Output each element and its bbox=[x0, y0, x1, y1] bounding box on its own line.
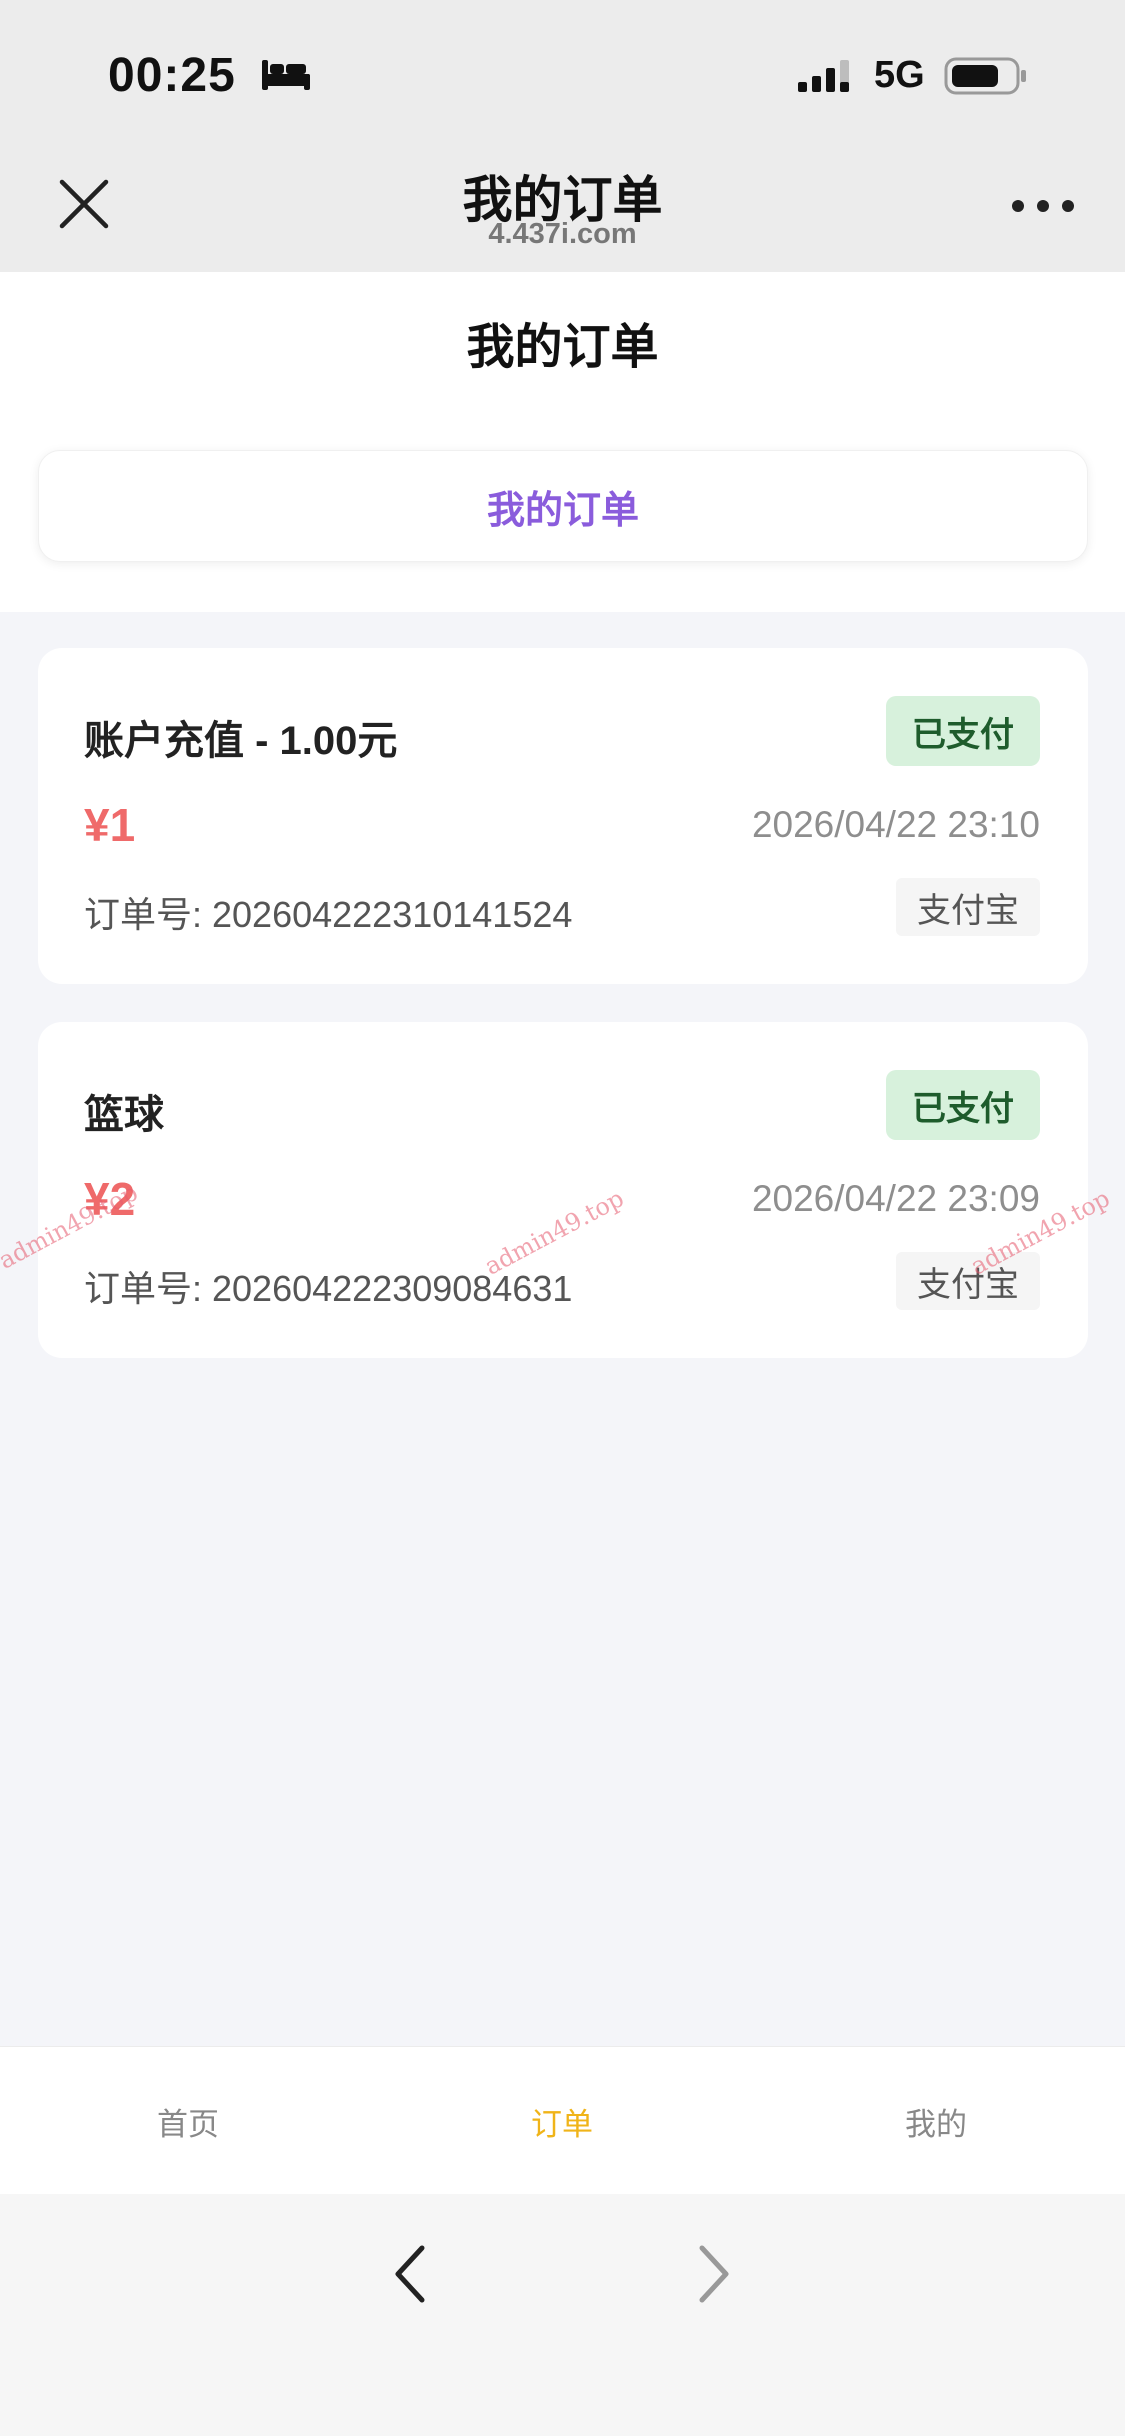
bed-icon bbox=[260, 56, 312, 97]
tab-my-orders[interactable]: 我的订单 bbox=[38, 450, 1088, 562]
order-price: ¥1 bbox=[84, 799, 136, 851]
order-time: 2026/04/22 23:10 bbox=[751, 804, 1040, 845]
browser-url: 4.437i.com bbox=[488, 218, 637, 250]
order-number: 订单号: 202604222309084631 bbox=[84, 1268, 573, 1309]
browser-toolbar bbox=[0, 2194, 1125, 2436]
bottom-nav: 首页 订单 我的 bbox=[0, 2046, 1125, 2194]
order-title: 篮球 bbox=[84, 1093, 164, 1137]
forward-arrow-icon[interactable] bbox=[694, 2242, 734, 2311]
battery-icon bbox=[944, 56, 1028, 101]
order-price: ¥2 bbox=[84, 1173, 136, 1225]
nav-item-home[interactable]: 首页 bbox=[38, 2047, 338, 2195]
order-title: 账户充值 - 1.00元 bbox=[84, 719, 398, 763]
status-badge: 已支付 bbox=[886, 1070, 1040, 1140]
page: 00:25 5G 我的订单 4.437i.com 我的订单 我的订单 账户充值 … bbox=[0, 0, 1125, 2436]
page-header: 我的订单 我的订单 bbox=[0, 272, 1125, 612]
pay-method-tag: 支付宝 bbox=[896, 1252, 1040, 1310]
network-type: 5G bbox=[874, 54, 925, 96]
tab-label: 我的订单 bbox=[486, 489, 639, 532]
order-card[interactable]: 账户充值 - 1.00元 已支付 ¥1 2026/04/22 23:10 订单号… bbox=[38, 648, 1088, 984]
status-time: 00:25 bbox=[108, 49, 236, 102]
nav-item-mine[interactable]: 我的 bbox=[786, 2047, 1086, 2195]
page-title: 我的订单 bbox=[466, 321, 659, 374]
pay-method-tag: 支付宝 bbox=[896, 878, 1040, 936]
more-options-icon[interactable] bbox=[1010, 196, 1076, 221]
order-number: 订单号: 202604222310141524 bbox=[84, 894, 573, 935]
back-arrow-icon[interactable] bbox=[390, 2242, 430, 2311]
status-badge: 已支付 bbox=[886, 696, 1040, 766]
order-time: 2026/04/22 23:09 bbox=[751, 1178, 1040, 1219]
browser-header: 00:25 5G 我的订单 4.437i.com bbox=[0, 0, 1125, 272]
signal-icon bbox=[798, 58, 858, 99]
order-card[interactable]: 篮球 已支付 ¥2 2026/04/22 23:09 订单号: 20260422… bbox=[38, 1022, 1088, 1358]
nav-item-orders[interactable]: 订单 bbox=[412, 2047, 712, 2195]
status-bar: 00:25 5G bbox=[0, 0, 1125, 150]
